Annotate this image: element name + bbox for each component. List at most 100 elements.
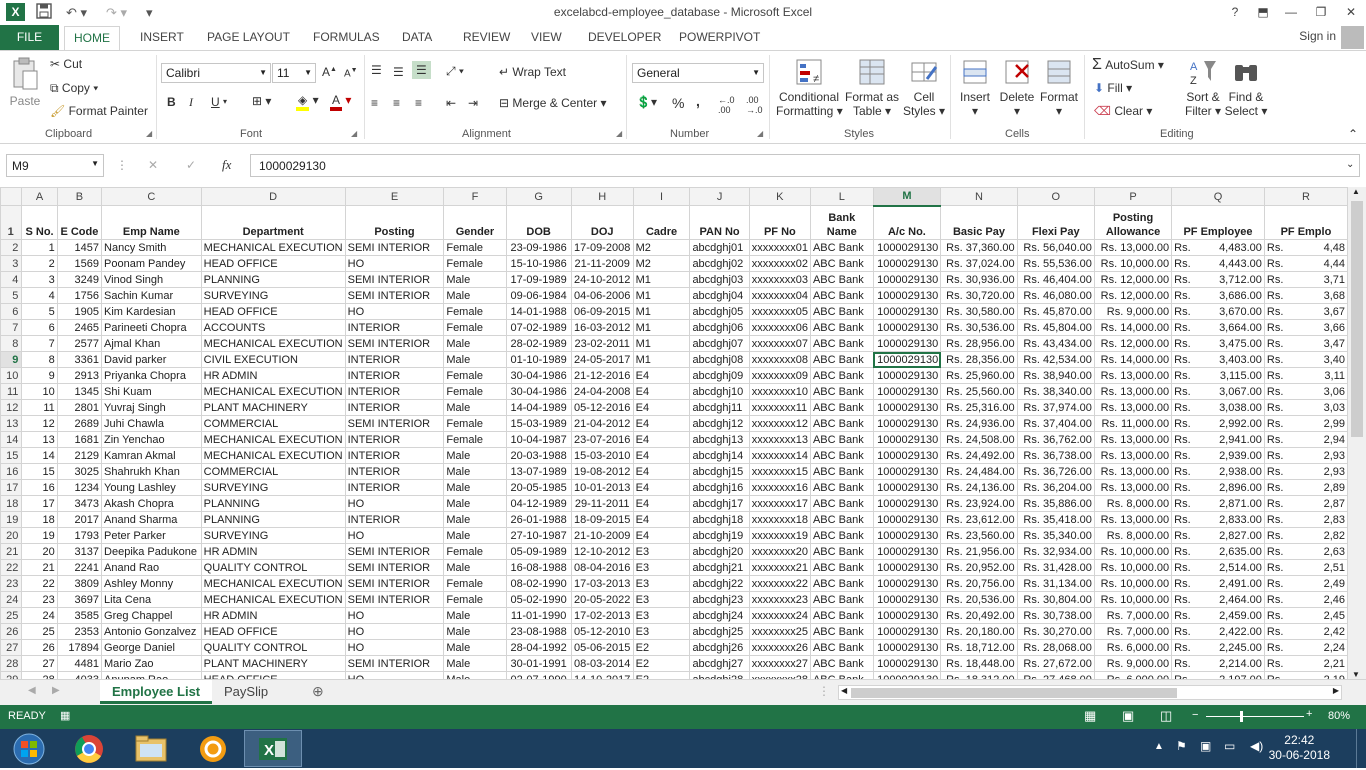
table-cell[interactable]: 24-05-2017	[570, 351, 634, 368]
fill-button[interactable]: ⬇ Fill ▾	[1094, 81, 1132, 95]
vertical-scrollbar[interactable]: ▲ ▼	[1348, 187, 1366, 679]
table-cell[interactable]: 3697	[56, 591, 103, 608]
table-cell[interactable]: 1000029130	[872, 511, 942, 528]
wrap-text-button[interactable]: ↵ Wrap Text	[499, 65, 566, 79]
table-cell[interactable]: 28-04-1992	[505, 639, 572, 656]
table-cell[interactable]: xxxxxxxx07	[748, 335, 811, 352]
column-header[interactable]: G	[505, 187, 572, 206]
table-cell[interactable]: 1000029130	[872, 431, 942, 448]
table-cell[interactable]: Sachin Kumar	[101, 287, 202, 304]
column-header[interactable]: B	[56, 187, 103, 206]
table-cell[interactable]: Akash Chopra	[101, 495, 202, 512]
table-cell[interactable]: 2241	[56, 559, 103, 576]
table-cell[interactable]: 8	[21, 351, 58, 368]
decrease-decimal-icon[interactable]: .00 →.0	[746, 95, 763, 115]
tab-file[interactable]: FILE	[0, 25, 59, 50]
table-cell[interactable]: Rs. 20,756.00	[940, 575, 1018, 592]
table-cell[interactable]: Rs. 30,270.00	[1016, 623, 1095, 640]
table-cell[interactable]: Female	[443, 575, 507, 592]
table-cell[interactable]: Rs. 2,992.00	[1171, 415, 1265, 432]
table-cell[interactable]: Rs. 30,738.00	[1016, 607, 1095, 624]
row-header[interactable]: 7	[0, 319, 23, 336]
table-cell[interactable]: 1000029130	[872, 447, 942, 464]
table-cell[interactable]: Rs. 2,214.00	[1171, 655, 1265, 672]
font-color-icon[interactable]: A ▾	[330, 93, 351, 111]
table-cell[interactable]: Rs. 2,93	[1263, 447, 1348, 464]
table-cell[interactable]: Rs. 12,000.00	[1093, 287, 1173, 304]
table-cell[interactable]: Rs. 3,68	[1263, 287, 1348, 304]
table-cell[interactable]: M1	[632, 335, 691, 352]
table-cell[interactable]: xxxxxxxx18	[748, 511, 811, 528]
table-cell[interactable]: ACCOUNTS	[200, 319, 346, 336]
table-cell[interactable]: Rs. 13,000.00	[1093, 239, 1173, 256]
table-cell[interactable]: abcdghj02	[689, 255, 750, 272]
table-cell[interactable]: Rs. 2,459.00	[1171, 607, 1265, 624]
table-cell[interactable]: PLANNING	[200, 495, 346, 512]
table-cell[interactable]: MECHANICAL EXECUTION	[200, 383, 346, 400]
table-cell[interactable]: MECHANICAL EXECUTION	[200, 239, 346, 256]
table-cell[interactable]: Rs. 24,936.00	[940, 415, 1018, 432]
table-cell[interactable]: Rs. 4,44	[1263, 255, 1348, 272]
table-cell[interactable]: xxxxxxxx09	[748, 367, 811, 384]
table-cell[interactable]: xxxxxxxx27	[748, 655, 811, 672]
worksheet-grid[interactable]: A B C D E F G H I J K L M N O P Q R 1S N…	[0, 187, 1348, 679]
table-header-cell[interactable]: A/c No.	[872, 205, 942, 240]
table-cell[interactable]: Rs. 4,483.00	[1171, 239, 1265, 256]
table-cell[interactable]: 20-05-2022	[570, 591, 634, 608]
table-cell[interactable]: abcdghj22	[689, 575, 750, 592]
table-cell[interactable]: Rs. 10,000.00	[1093, 559, 1173, 576]
table-cell[interactable]: INTERIOR	[344, 431, 445, 448]
table-cell[interactable]: Rs. 9,000.00	[1093, 303, 1173, 320]
macro-record-icon[interactable]: ▦	[60, 709, 70, 722]
table-cell[interactable]: Rs. 18,312.00	[940, 671, 1018, 679]
table-cell[interactable]: Anupam Rao	[101, 671, 202, 679]
table-cell[interactable]: Rs. 13,000.00	[1093, 511, 1173, 528]
table-cell[interactable]: abcdghj09	[689, 367, 750, 384]
table-cell[interactable]: xxxxxxxx15	[748, 463, 811, 480]
excel-taskbar-icon[interactable]: X	[244, 730, 302, 767]
table-cell[interactable]: Rs. 31,428.00	[1016, 559, 1095, 576]
table-cell[interactable]: 14	[21, 447, 58, 464]
table-cell[interactable]: Rs. 2,939.00	[1171, 447, 1265, 464]
table-cell[interactable]: 1	[21, 239, 58, 256]
table-cell[interactable]: Rs. 37,024.00	[940, 255, 1018, 272]
table-cell[interactable]: Rs. 2,42	[1263, 623, 1348, 640]
table-cell[interactable]: 26	[21, 639, 58, 656]
row-header[interactable]: 24	[0, 591, 23, 608]
table-cell[interactable]: Rs. 10,000.00	[1093, 543, 1173, 560]
dialog-launcher-icon[interactable]: ◢	[616, 129, 622, 138]
table-cell[interactable]: 22	[21, 575, 58, 592]
table-cell[interactable]: 1000029130	[872, 383, 942, 400]
table-cell[interactable]: 05-12-2016	[570, 399, 634, 416]
table-cell[interactable]: ABC Bank	[809, 431, 874, 448]
table-cell[interactable]: 15	[21, 463, 58, 480]
table-cell[interactable]: HR ADMIN	[200, 607, 346, 624]
table-cell[interactable]: ABC Bank	[809, 655, 874, 672]
table-cell[interactable]: xxxxxxxx20	[748, 543, 811, 560]
table-cell[interactable]: xxxxxxxx22	[748, 575, 811, 592]
table-cell[interactable]: Rs. 25,560.00	[940, 383, 1018, 400]
table-cell[interactable]: INTERIOR	[344, 479, 445, 496]
table-cell[interactable]: SEMI INTERIOR	[344, 287, 445, 304]
table-cell[interactable]: 1000029130	[872, 399, 942, 416]
table-cell[interactable]: Rs. 3,067.00	[1171, 383, 1265, 400]
table-cell[interactable]: Female	[443, 367, 507, 384]
cancel-icon[interactable]: ✕	[148, 158, 158, 172]
table-cell[interactable]: 1000029130	[872, 671, 942, 679]
find-select-button[interactable]: Find & Select ▾	[1224, 57, 1268, 118]
sign-in-link[interactable]: Sign in	[1299, 29, 1336, 43]
table-cell[interactable]: 3249	[56, 271, 103, 288]
scroll-up-icon[interactable]: ▲	[1352, 187, 1360, 196]
table-cell[interactable]: 3361	[56, 351, 103, 368]
table-cell[interactable]: Female	[443, 303, 507, 320]
table-cell[interactable]: abcdghj06	[689, 319, 750, 336]
table-cell[interactable]: 13	[21, 431, 58, 448]
table-cell[interactable]: 4033	[56, 671, 103, 679]
table-cell[interactable]: abcdghj26	[689, 639, 750, 656]
table-cell[interactable]: 1569	[56, 255, 103, 272]
table-cell[interactable]: Rs. 2,464.00	[1171, 591, 1265, 608]
table-cell[interactable]: 1000029130	[872, 255, 942, 272]
table-cell[interactable]: Rs. 28,356.00	[940, 351, 1018, 368]
table-cell[interactable]: 1234	[56, 479, 103, 496]
table-header-cell[interactable]: DOB	[505, 205, 572, 240]
